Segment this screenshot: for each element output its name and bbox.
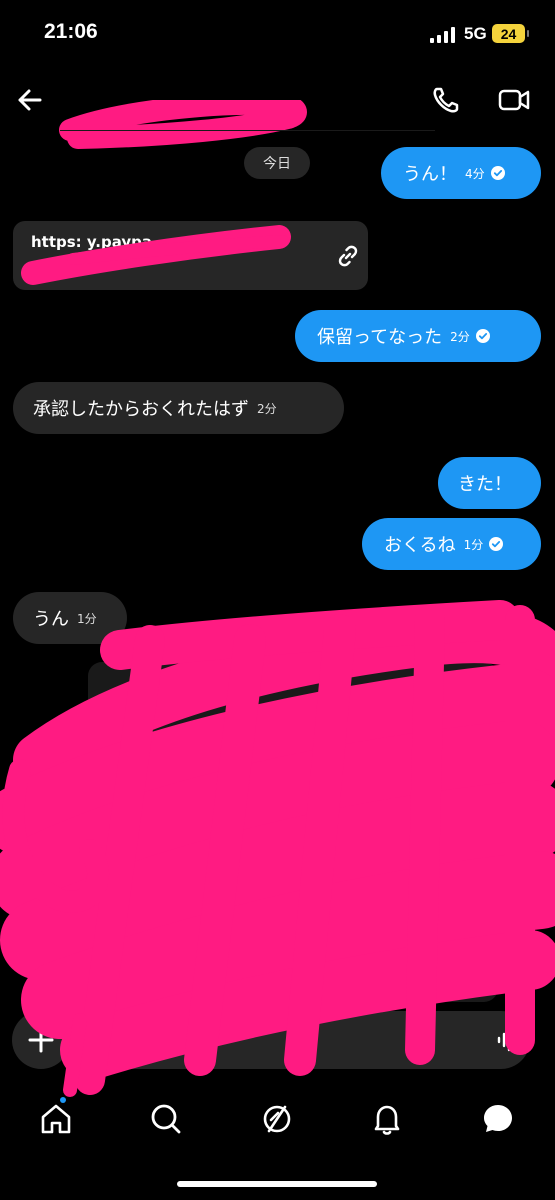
header-divider	[60, 130, 435, 131]
read-check-icon	[475, 329, 490, 343]
attachment-preview[interactable]	[88, 662, 498, 1002]
message-text: 承認したからおくれたはず	[33, 399, 249, 420]
reels-icon	[263, 1105, 291, 1133]
home-icon	[41, 1104, 71, 1134]
microphone-waveform-icon[interactable]	[496, 1027, 522, 1053]
link-preview-card[interactable]: https: y.paypa...	[13, 221, 368, 290]
message-text: うん	[33, 609, 69, 630]
contact-name-redaction	[59, 100, 307, 149]
back-button[interactable]	[12, 82, 48, 118]
message-composer	[92, 1011, 530, 1069]
video-call-button[interactable]	[496, 82, 532, 118]
message-time: 2分	[257, 401, 277, 416]
message-input[interactable]	[110, 1027, 470, 1053]
message-time: 4分	[465, 166, 485, 181]
battery-indicator: 24	[492, 24, 529, 43]
message-time: 2分	[450, 329, 470, 344]
network-label: 5G	[464, 24, 487, 43]
nav-notifications[interactable]	[367, 1099, 407, 1139]
message-text: 保留ってなった	[317, 327, 443, 348]
message-bubble-incoming[interactable]: うん 1分	[13, 592, 127, 644]
nav-active-dot	[60, 1097, 66, 1103]
chat-bubble-icon	[484, 1105, 512, 1132]
message-bubble-outgoing[interactable]: 保留ってなった 2分	[295, 310, 541, 362]
message-time: 1分	[463, 537, 484, 552]
nav-search[interactable]	[146, 1099, 186, 1139]
read-check-icon	[490, 166, 505, 180]
home-indicator	[177, 1181, 377, 1187]
phone-icon	[433, 87, 459, 113]
message-bubble-incoming[interactable]: 承認したからおくれたはず 2分	[13, 382, 344, 434]
date-separator: 今日	[244, 147, 310, 179]
link-redaction	[21, 225, 291, 285]
add-attachment-button[interactable]	[12, 1011, 70, 1069]
message-text: うん！	[403, 164, 457, 185]
call-button[interactable]	[428, 82, 464, 118]
signal-icon	[430, 27, 455, 43]
nav-reels[interactable]	[257, 1099, 297, 1139]
plus-icon	[28, 1027, 54, 1053]
search-icon	[151, 1104, 181, 1134]
message-bubble-outgoing[interactable]: おくるね 1分	[362, 518, 541, 570]
nav-home[interactable]	[36, 1099, 76, 1139]
nav-messages[interactable]	[478, 1099, 518, 1139]
video-camera-icon	[498, 89, 530, 111]
message-bubble-outgoing[interactable]: うん！ 4分	[381, 147, 541, 199]
chat-header	[0, 70, 555, 149]
message-text: おくるね	[384, 535, 456, 556]
status-time: 21:06	[44, 20, 98, 43]
bell-icon	[374, 1105, 400, 1135]
message-time: 1分	[77, 611, 97, 626]
status-bar: 21:06 5G 24	[0, 0, 555, 70]
message-bubble-outgoing[interactable]: きた！	[438, 457, 541, 509]
read-check-icon	[489, 537, 504, 551]
battery-level: 24	[500, 25, 517, 42]
message-text: きた！	[458, 474, 512, 495]
arrow-left-icon	[18, 89, 42, 111]
bottom-navigation	[0, 1085, 555, 1155]
